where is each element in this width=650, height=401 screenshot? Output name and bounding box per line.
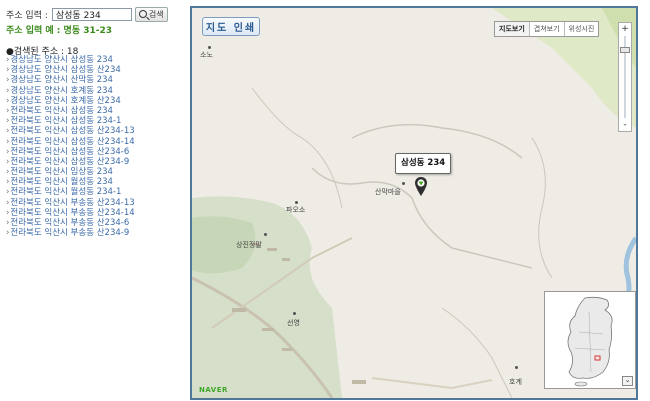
place-label-sono: 소노 <box>200 51 213 59</box>
search-label: 주소 입력 : <box>6 10 48 21</box>
result-item[interactable]: ›전라북도 익산시 부송동 산234-6 <box>6 218 135 228</box>
place-label-seonyeong: 선영 <box>287 319 300 327</box>
result-item[interactable]: ›전라북도 익산시 삼성동 산234-6 <box>6 147 135 157</box>
arrow-icon: › <box>6 156 10 167</box>
overview-map[interactable]: ⌄ <box>544 291 636 389</box>
result-item[interactable]: ›전라북도 익산시 삼성동 234 <box>6 106 135 116</box>
arrow-icon: › <box>6 95 10 106</box>
arrow-icon: › <box>6 207 10 218</box>
naver-logo: NAVER <box>199 386 228 394</box>
result-item[interactable]: ›전라북도 익산시 부송동 산234-14 <box>6 208 135 218</box>
arrow-icon: › <box>6 146 10 157</box>
arrow-icon: › <box>6 85 10 96</box>
arrow-icon: › <box>6 228 10 239</box>
result-item[interactable]: ›경상남도 양산시 삼성동 234 <box>6 55 135 65</box>
result-item[interactable]: ›전라북도 익산시 삼성동 234-1 <box>6 116 135 126</box>
zoom-in-button[interactable]: + <box>620 24 630 34</box>
arrow-icon: › <box>6 218 10 228</box>
zoom-handle[interactable] <box>620 47 630 53</box>
result-item[interactable]: ›경상남도 양산시 호계동 234 <box>6 86 135 96</box>
address-search-input[interactable] <box>51 7 132 21</box>
result-item[interactable]: ›경상남도 양산시 산막동 234 <box>6 75 135 85</box>
place-dot <box>295 201 298 204</box>
arrow-icon: › <box>6 177 10 188</box>
arrow-icon: › <box>6 197 10 208</box>
result-item[interactable]: ›전라북도 익산시 삼성동 산234-9 <box>6 157 135 167</box>
map-type-switcher: 지도보기 겹쳐보기 위성시진 <box>494 21 600 37</box>
place-dot <box>293 312 296 315</box>
map-type-satellite[interactable]: 위성시진 <box>565 22 599 36</box>
place-dot <box>515 366 518 369</box>
place-label-hogye: 호계 <box>509 378 522 386</box>
arrow-icon: › <box>6 55 10 65</box>
result-item[interactable]: ›전라북도 익산시 월성동 234 <box>6 177 135 187</box>
print-map-button[interactable]: 지도 인쇄 <box>202 17 260 36</box>
search-example: 주소 입력 예 : 명동 31-23 <box>6 26 113 36</box>
search-button-label: 검색 <box>148 9 164 19</box>
arrow-icon: › <box>6 65 10 76</box>
zoom-control: + - <box>618 22 632 132</box>
result-item[interactable]: ›경상남도 양산시 호계동 산234 <box>6 96 135 106</box>
place-dot <box>264 233 267 236</box>
search-icon <box>138 10 147 18</box>
location-pin-icon[interactable] <box>414 176 428 198</box>
result-item[interactable]: ›경상남도 양산시 삼성동 산234 <box>6 65 135 75</box>
place-label-pao: 파오소 <box>286 206 306 214</box>
result-item[interactable]: ›전라북도 익산시 부송동 산234-13 <box>6 198 135 208</box>
result-item[interactable]: ›전라북도 익산시 임상동 234 <box>6 167 135 177</box>
arrow-icon: › <box>6 136 10 147</box>
place-dot <box>402 182 405 185</box>
map-view[interactable]: 지도 인쇄 지도보기 겹쳐보기 위성시진 + - 소노 산막마을 파오소 상진정… <box>190 6 638 400</box>
korea-overview-map <box>567 296 613 387</box>
place-label-sangjin: 상진정말 <box>236 241 262 249</box>
place-dot <box>208 46 211 49</box>
result-item[interactable]: ›전라북도 익산시 부송동 산234-9 <box>6 228 135 238</box>
arrow-icon: › <box>6 167 10 178</box>
search-row: 주소 입력 : 검색 <box>6 6 168 22</box>
arrow-icon: › <box>6 187 10 198</box>
arrow-icon: › <box>6 126 10 137</box>
zoom-out-button[interactable]: - <box>620 120 630 130</box>
place-label-sanmak: 산막마을 <box>375 188 401 196</box>
result-item[interactable]: ›전라북도 익산시 월성동 234-1 <box>6 187 135 197</box>
map-type-hybrid[interactable]: 겹쳐보기 <box>530 22 565 36</box>
arrow-icon: › <box>6 75 10 86</box>
map-type-map[interactable]: 지도보기 <box>495 22 530 36</box>
arrow-icon: › <box>6 105 10 116</box>
marker-label: 삼성동 234 <box>395 153 452 174</box>
result-list: ›경상남도 양산시 삼성동 234 ›경상남도 양산시 삼성동 산234 ›경상… <box>6 55 135 238</box>
collapse-overview-icon[interactable]: ⌄ <box>622 376 633 386</box>
result-item[interactable]: ›전라북도 익산시 삼성동 산234-13 <box>6 126 135 136</box>
search-button[interactable]: 검색 <box>134 6 168 22</box>
arrow-icon: › <box>6 116 10 127</box>
result-item[interactable]: ›전라북도 익산시 삼성동 산234-14 <box>6 137 135 147</box>
